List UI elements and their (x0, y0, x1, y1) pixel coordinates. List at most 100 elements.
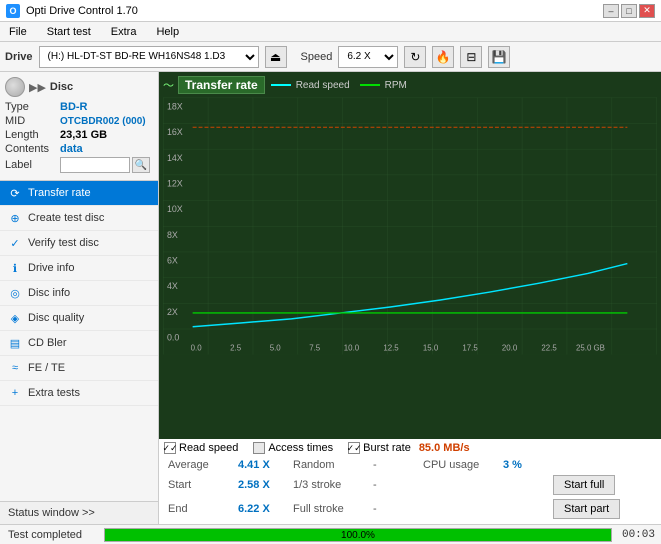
nav-disc-info-label: Disc info (28, 287, 70, 299)
end-value: 6.22 X (234, 497, 289, 521)
svg-text:2.5: 2.5 (230, 343, 242, 352)
nav-cd-bler[interactable]: ▤ CD Bler (0, 331, 158, 356)
full-stroke-label: Full stroke (289, 497, 369, 521)
close-button[interactable]: ✕ (639, 4, 655, 18)
disc-label-button[interactable]: 🔍 (132, 157, 150, 173)
nav-transfer-rate-label: Transfer rate (28, 187, 91, 199)
drive-label: Drive (5, 51, 33, 63)
status-window-nav[interactable]: Status window >> (0, 501, 158, 524)
read-speed-checkbox[interactable]: ✓ (164, 442, 176, 454)
nav-disc-quality[interactable]: ◈ Disc quality (0, 306, 158, 331)
svg-text:7.5: 7.5 (309, 343, 321, 352)
drive-select[interactable]: (H:) HL-DT-ST BD-RE WH16NS48 1.D3 (39, 46, 259, 68)
disc-contents-row: Contents data (5, 143, 153, 155)
chart-title: Transfer rate (178, 76, 265, 94)
svg-text:16X: 16X (167, 127, 183, 137)
nav-transfer-rate[interactable]: ⟳ Transfer rate (0, 181, 158, 206)
chart-checkboxes: ✓ Read speed Access times ✓ Burst rate 8… (164, 442, 656, 454)
chart-header: 〜 Transfer rate Read speed RPM (163, 76, 657, 94)
start-part-button[interactable]: Start part (553, 499, 620, 519)
menu-start-test[interactable]: Start test (42, 24, 96, 40)
disc-section: ▶▶ Disc Type BD-R MID OTCBDR002 (000) Le… (0, 72, 158, 181)
title-bar-left: O Opti Drive Control 1.70 (6, 4, 138, 18)
burst-rate-value: 85.0 MB/s (419, 442, 470, 454)
nav-section: ⟳ Transfer rate ⊕ Create test disc ✓ Ver… (0, 181, 158, 501)
disc-contents-label: Contents (5, 143, 60, 155)
menu-file[interactable]: File (4, 24, 32, 40)
nav-verify-test-disc-label: Verify test disc (28, 237, 99, 249)
drive-info-icon: ℹ (8, 261, 22, 275)
save-button[interactable]: 💾 (488, 46, 510, 68)
nav-verify-test-disc[interactable]: ✓ Verify test disc (0, 231, 158, 256)
chart-title-wrapper: 〜 Transfer rate (163, 76, 265, 94)
disc-type-value: BD-R (60, 101, 88, 113)
erase-button[interactable]: ⊟ (460, 46, 482, 68)
burst-rate-checkbox[interactable]: ✓ (348, 442, 360, 454)
legend-read-speed-color (271, 84, 291, 86)
start-value: 2.58 X (234, 473, 289, 497)
stats-table: Average 4.41 X Random - CPU usage 3 % St… (164, 457, 656, 521)
nav-drive-info[interactable]: ℹ Drive info (0, 256, 158, 281)
svg-text:18X: 18X (167, 101, 183, 111)
stats-row-start: Start 2.58 X 1/3 stroke - Start full (164, 473, 656, 497)
transfer-rate-chart: 18X 16X 14X 12X 10X 8X 6X 4X 2X 0.0 0.0 … (163, 96, 657, 356)
nav-disc-info[interactable]: ◎ Disc info (0, 281, 158, 306)
random-value: - (369, 457, 419, 473)
svg-text:12.5: 12.5 (383, 343, 399, 352)
legend-read-speed-label: Read speed (296, 80, 350, 91)
disc-length-label: Length (5, 129, 60, 141)
menu-extra[interactable]: Extra (106, 24, 142, 40)
maximize-button[interactable]: □ (621, 4, 637, 18)
nav-create-test-disc-label: Create test disc (28, 212, 104, 224)
progress-container: 100.0% (104, 528, 612, 542)
cpu-usage-label: CPU usage (419, 457, 499, 473)
verify-test-disc-icon: ✓ (8, 236, 22, 250)
left-panel: ▶▶ Disc Type BD-R MID OTCBDR002 (000) Le… (0, 72, 159, 524)
disc-arrow-icon[interactable]: ▶▶ (29, 81, 46, 94)
chart-wave-icon: 〜 (163, 77, 174, 93)
minimize-button[interactable]: – (603, 4, 619, 18)
svg-text:22.5: 22.5 (541, 343, 557, 352)
menu-bar: File Start test Extra Help (0, 22, 661, 42)
svg-text:17.5: 17.5 (462, 343, 478, 352)
disc-info-icon: ◎ (8, 286, 22, 300)
status-bar: Test completed 100.0% 00:03 (0, 524, 661, 544)
disc-contents-value[interactable]: data (60, 143, 83, 155)
speed-select[interactable]: 6.2 X (338, 46, 398, 68)
svg-text:10.0: 10.0 (344, 343, 360, 352)
cb-access-times[interactable]: Access times (253, 442, 333, 454)
start-full-button[interactable]: Start full (553, 475, 615, 495)
app-icon: O (6, 4, 20, 18)
right-panel: 〜 Transfer rate Read speed RPM (159, 72, 661, 524)
refresh-button[interactable]: ↻ (404, 46, 426, 68)
cb-burst-rate[interactable]: ✓ Burst rate 85.0 MB/s (348, 442, 469, 454)
chart-container: 〜 Transfer rate Read speed RPM (159, 72, 661, 439)
menu-help[interactable]: Help (151, 24, 184, 40)
toolbar: Drive (H:) HL-DT-ST BD-RE WH16NS48 1.D3 … (0, 42, 661, 72)
nav-create-test-disc[interactable]: ⊕ Create test disc (0, 206, 158, 231)
access-times-checkbox-label: Access times (268, 442, 333, 454)
disc-label-row: Label 🔍 (5, 157, 153, 173)
nav-extra-tests[interactable]: + Extra tests (0, 381, 158, 406)
legend-rpm-color (360, 84, 380, 86)
burn-button[interactable]: 🔥 (432, 46, 454, 68)
chart-bottom: ✓ Read speed Access times ✓ Burst rate 8… (159, 439, 661, 524)
svg-text:25.0 GB: 25.0 GB (576, 343, 605, 352)
nav-fe-te[interactable]: ≈ FE / TE (0, 356, 158, 381)
disc-mid-row: MID OTCBDR002 (000) (5, 115, 153, 127)
legend-rpm: RPM (360, 80, 407, 91)
svg-text:14X: 14X (167, 153, 183, 163)
eject-button[interactable]: ⏏ (265, 46, 287, 68)
average-value: 4.41 X (234, 457, 289, 473)
disc-header: ▶▶ Disc (5, 77, 153, 97)
title-controls: – □ ✕ (603, 4, 655, 18)
nav-fe-te-label: FE / TE (28, 362, 65, 374)
progress-text: 100.0% (341, 529, 375, 543)
nav-extra-tests-label: Extra tests (28, 387, 80, 399)
cb-read-speed[interactable]: ✓ Read speed (164, 442, 238, 454)
cpu-usage-value: 3 % (499, 457, 549, 473)
disc-length-row: Length 23,31 GB (5, 129, 153, 141)
access-times-checkbox[interactable] (253, 442, 265, 454)
disc-label-input[interactable] (60, 157, 130, 173)
svg-text:4X: 4X (167, 281, 178, 291)
